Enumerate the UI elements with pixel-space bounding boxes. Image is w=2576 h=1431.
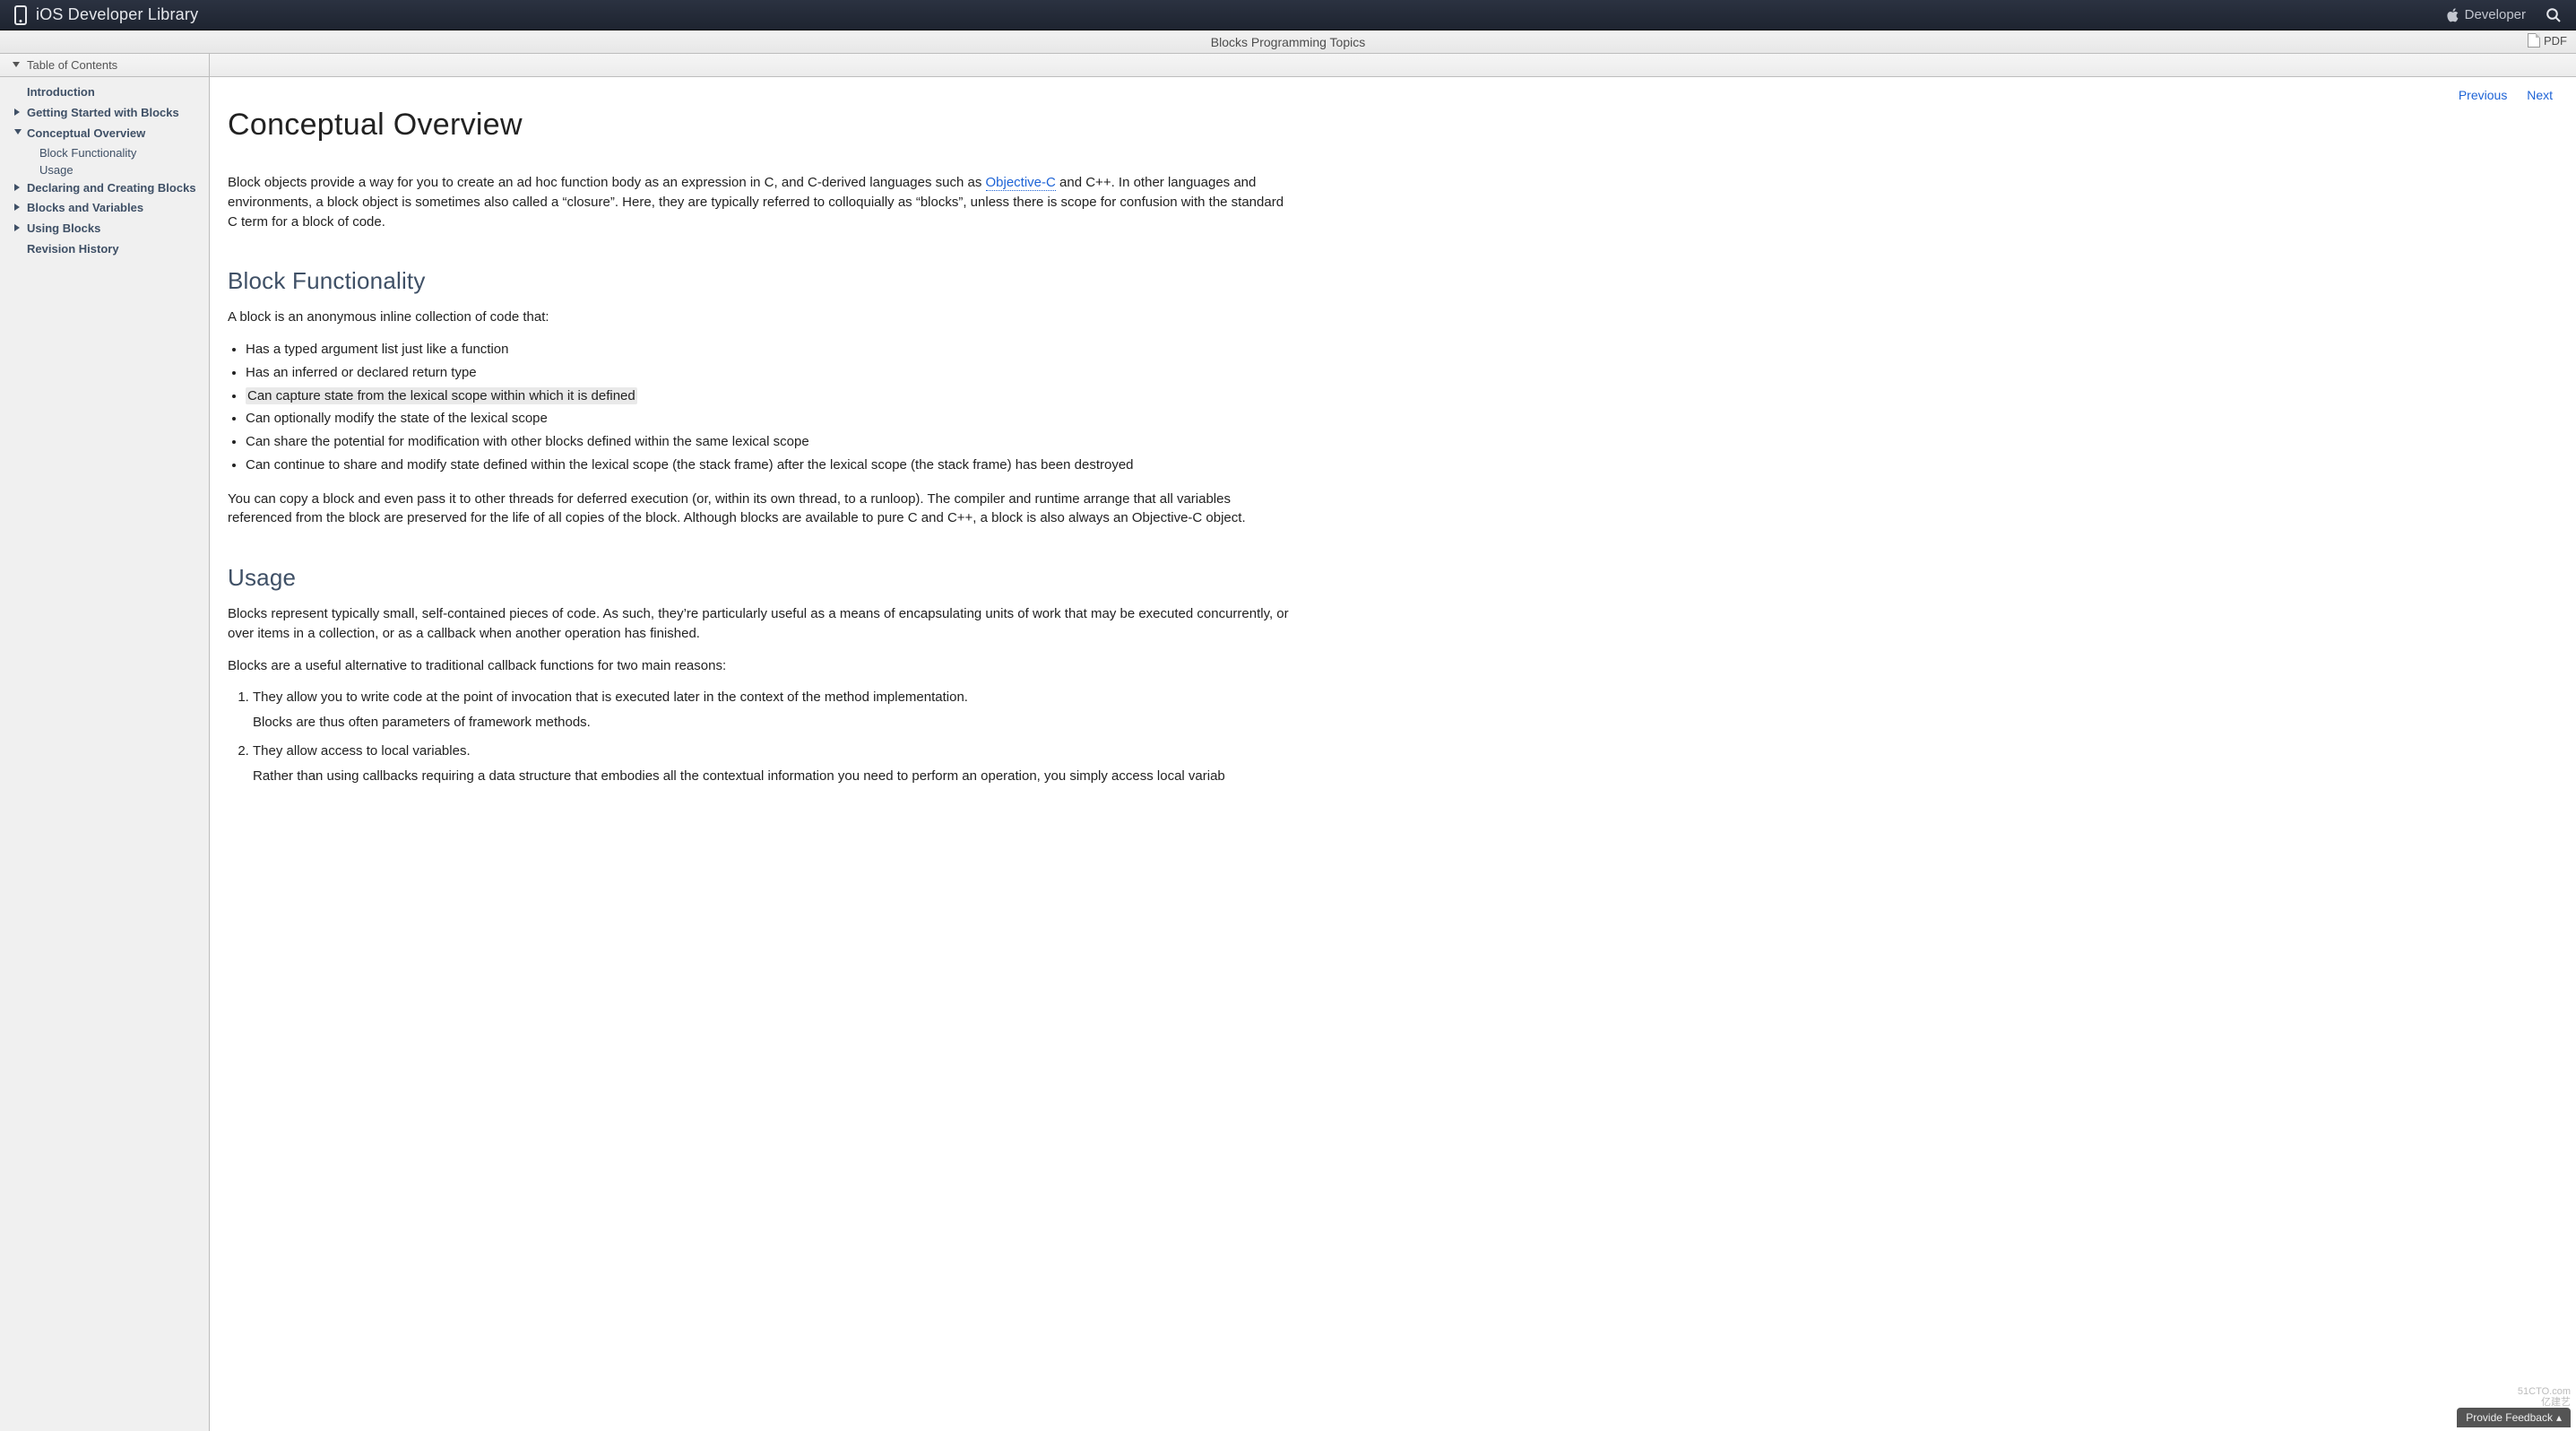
toc-header-label: Table of Contents (27, 58, 117, 72)
toc-item-label: Conceptual Overview (27, 126, 145, 140)
topbar-left: iOS Developer Library (14, 5, 198, 25)
list-item: Has a typed argument list just like a fu… (246, 340, 1294, 360)
developer-link-label: Developer (2465, 7, 2526, 22)
section2-p1: Blocks represent typically small, self-c… (228, 604, 1294, 644)
section2-ordered: They allow you to write code at the poin… (253, 688, 1294, 785)
toc-sub-label: Block Functionality (39, 146, 136, 160)
section1-post: You can copy a block and even pass it to… (228, 490, 1294, 529)
toc-item-getting-started[interactable]: Getting Started with Blocks (0, 103, 209, 124)
chevron-right-icon (14, 224, 20, 231)
developer-link[interactable]: Developer (2447, 7, 2526, 22)
pdf-button[interactable]: PDF (2528, 33, 2567, 48)
provide-feedback-button[interactable]: Provide Feedback ▴ (2457, 1408, 2571, 1427)
content-scroll[interactable]: Previous Next Conceptual Overview Block … (210, 77, 2576, 1431)
list-item-text: Can optionally modify the state of the l… (246, 411, 548, 426)
feedback-label: Provide Feedback (2466, 1411, 2553, 1424)
section1-bullets: Has a typed argument list just like a fu… (246, 340, 1294, 475)
chevron-up-icon: ▴ (2556, 1411, 2562, 1424)
list-item-text: Can continue to share and modify state d… (246, 457, 1134, 473)
watermark-line: 亿建艺 (2518, 1397, 2571, 1408)
toc-item-blocks-variables[interactable]: Blocks and Variables (0, 198, 209, 219)
list-item: Can share the potential for modification… (246, 432, 1294, 452)
intro-text-before: Block objects provide a way for you to c… (228, 175, 986, 190)
toc-item-label: Revision History (27, 242, 119, 256)
toc-item-introduction[interactable]: Introduction (0, 82, 209, 103)
toc-list: Introduction Getting Started with Blocks… (0, 77, 209, 278)
list-item-text-highlighted: Can capture state from the lexical scope… (246, 387, 637, 404)
toc-sub-label: Usage (39, 163, 73, 177)
page-title: Conceptual Overview (228, 108, 1294, 143)
content-toolbar (210, 54, 2576, 77)
watermark: 51CTO.com 亿建艺 (2518, 1386, 2571, 1408)
section1-lead: A block is an anonymous inline collectio… (228, 308, 1294, 327)
watermark-line: 51CTO.com (2518, 1386, 2571, 1397)
chevron-down-icon (14, 129, 22, 134)
section-heading-block-functionality: Block Functionality (228, 267, 1294, 295)
toc-item-label: Blocks and Variables (27, 201, 143, 214)
toc-item-declaring-creating[interactable]: Declaring and Creating Blocks (0, 178, 209, 199)
toc-item-conceptual-overview[interactable]: Conceptual Overview (0, 124, 209, 144)
list-item: Can capture state from the lexical scope… (246, 386, 1294, 406)
pdf-icon (2528, 33, 2540, 48)
toc-sub-block-functionality[interactable]: Block Functionality (0, 144, 209, 161)
toc-item-label: Declaring and Creating Blocks (27, 181, 196, 195)
list-item-subtext: Rather than using callbacks requiring a … (253, 767, 1294, 786)
list-item: They allow access to local variables. Ra… (253, 742, 1294, 786)
main-area: Table of Contents Introduction Getting S… (0, 54, 2576, 1431)
toc-toggle[interactable]: Table of Contents (0, 54, 209, 77)
section2-p2: Blocks are a useful alternative to tradi… (228, 656, 1294, 676)
list-item: Can continue to share and modify state d… (246, 455, 1294, 475)
article: Conceptual Overview Block objects provid… (228, 108, 1294, 785)
chevron-right-icon (14, 108, 20, 116)
top-nav-bar: iOS Developer Library Developer (0, 0, 2576, 30)
intro-paragraph: Block objects provide a way for you to c… (228, 173, 1294, 231)
chevron-right-icon (14, 204, 20, 211)
previous-link[interactable]: Previous (2459, 88, 2507, 102)
sidebar: Table of Contents Introduction Getting S… (0, 54, 210, 1431)
doc-title: Blocks Programming Topics (1211, 35, 1365, 49)
list-item: They allow you to write code at the poin… (253, 688, 1294, 733)
toc-item-revision-history[interactable]: Revision History (0, 239, 209, 260)
list-item-text: Can share the potential for modification… (246, 434, 809, 449)
list-item-text: Has an inferred or declared return type (246, 365, 477, 380)
pdf-label: PDF (2544, 34, 2567, 48)
objective-c-link[interactable]: Objective-C (986, 175, 1056, 191)
list-item-subtext: Blocks are thus often parameters of fram… (253, 713, 1294, 733)
list-item-text: Has a typed argument list just like a fu… (246, 342, 508, 357)
next-link[interactable]: Next (2527, 88, 2553, 102)
site-title[interactable]: iOS Developer Library (36, 5, 198, 24)
toc-item-label: Getting Started with Blocks (27, 106, 179, 119)
device-icon (14, 5, 27, 25)
apple-logo-icon (2447, 8, 2459, 22)
content-wrap: Previous Next Conceptual Overview Block … (210, 54, 2576, 1431)
toc-item-using-blocks[interactable]: Using Blocks (0, 219, 209, 239)
chevron-down-icon (13, 62, 20, 67)
toc-item-label: Introduction (27, 85, 95, 99)
list-item-text: They allow you to write code at the poin… (253, 689, 968, 705)
toc-sub-usage[interactable]: Usage (0, 161, 209, 178)
search-icon[interactable] (2546, 7, 2562, 23)
doc-title-bar: Blocks Programming Topics PDF (0, 30, 2576, 54)
section-heading-usage: Usage (228, 564, 1294, 592)
toc-item-label: Using Blocks (27, 221, 100, 235)
pager: Previous Next (228, 77, 2558, 102)
list-item-text: They allow access to local variables. (253, 743, 471, 759)
list-item: Has an inferred or declared return type (246, 363, 1294, 383)
list-item: Can optionally modify the state of the l… (246, 409, 1294, 429)
topbar-right: Developer (2447, 7, 2562, 23)
chevron-right-icon (14, 184, 20, 191)
